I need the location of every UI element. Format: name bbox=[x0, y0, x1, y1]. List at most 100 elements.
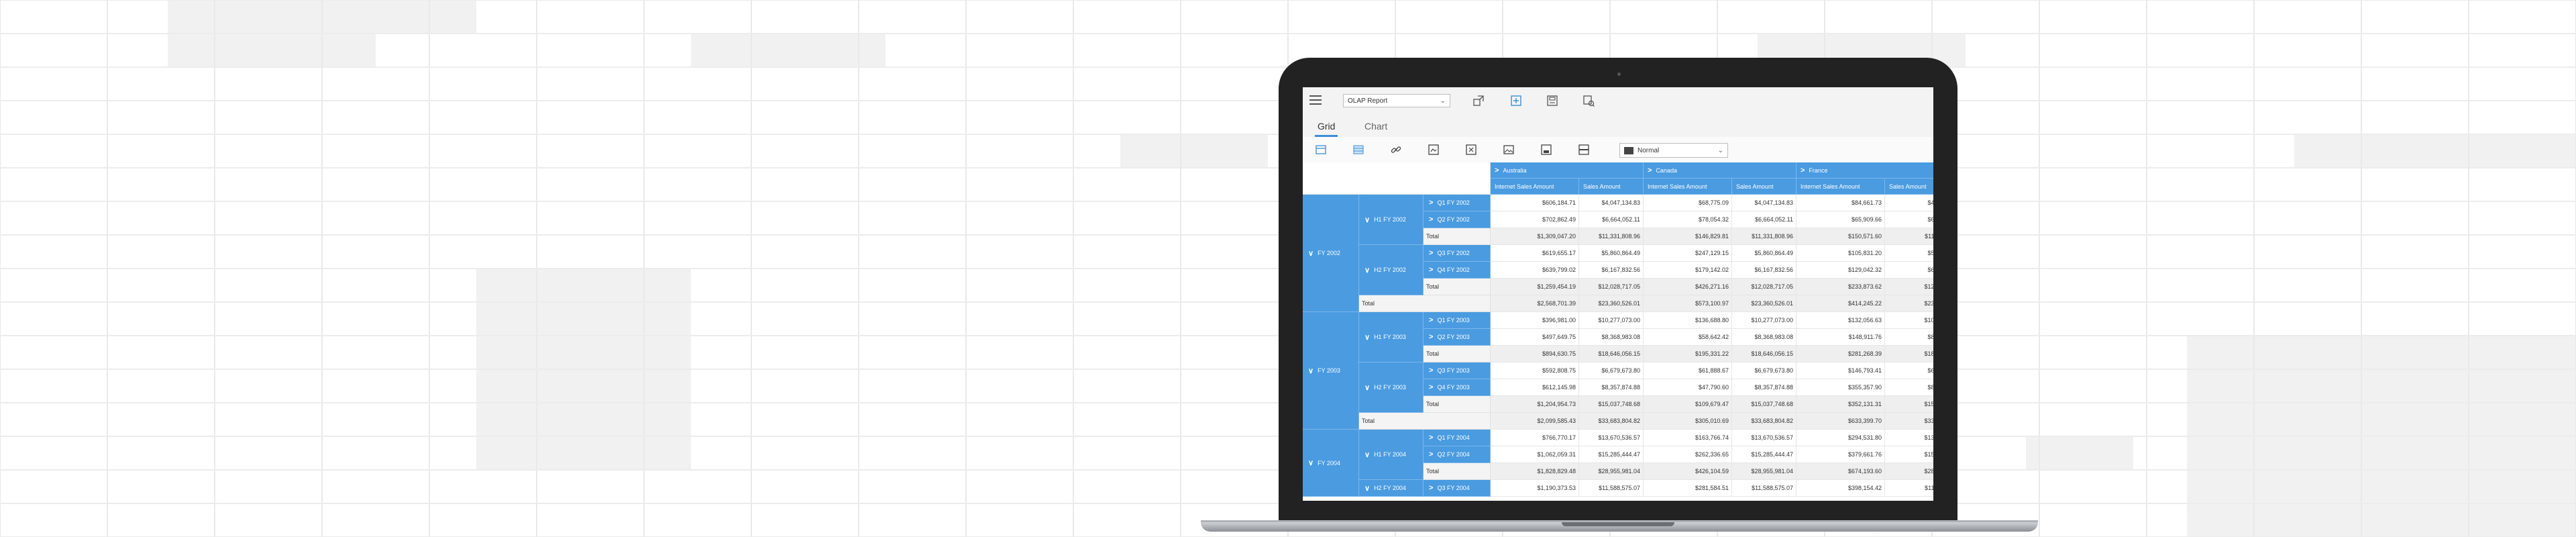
chevron-down-icon: ∨ bbox=[1308, 367, 1314, 375]
column-header-measure[interactable]: Sales Amount bbox=[1732, 179, 1796, 195]
row-header-quarter-text: Q1 FY 2003 bbox=[1437, 317, 1470, 324]
rename-report-icon[interactable] bbox=[1582, 94, 1595, 107]
column-header-measure[interactable]: Internet Sales Amount bbox=[1796, 179, 1885, 195]
row-total-label: Total bbox=[1359, 295, 1491, 312]
link-icon[interactable] bbox=[1390, 144, 1402, 156]
row-total-label-text: Total bbox=[1426, 468, 1440, 475]
add-report-icon[interactable] bbox=[1509, 94, 1523, 107]
chevron-right-icon: > bbox=[1429, 484, 1434, 492]
row-header-half-year[interactable]: ∨ H1 FY 2002 bbox=[1359, 195, 1424, 245]
app-toolbar: OLAP Report ⌄ bbox=[1303, 87, 1933, 116]
value-cell: $2,568,701.39 bbox=[1491, 295, 1579, 312]
value-cell: $132,056.63 bbox=[1796, 312, 1885, 329]
value-cell: $8,368,983.08 bbox=[1579, 329, 1644, 346]
row-header-quarter[interactable]: > Q3 FY 2004 bbox=[1424, 480, 1491, 497]
value-cell-text: $379,661.76 bbox=[1847, 451, 1882, 458]
row-header-quarter[interactable]: > Q2 FY 2003 bbox=[1424, 329, 1491, 346]
value-cell: $1,204,954.73 bbox=[1491, 396, 1579, 413]
chevron-right-icon: > bbox=[1648, 166, 1652, 175]
row-header-quarter-text: Q3 FY 2003 bbox=[1437, 367, 1470, 374]
chevron-down-icon: ∨ bbox=[1364, 215, 1371, 224]
row-header-quarter[interactable]: > Q1 FY 2002 bbox=[1424, 195, 1491, 211]
column-header-measure-text: Internet Sales Amount bbox=[1801, 183, 1860, 190]
value-cell-text: $12,028 bbox=[1924, 283, 1933, 290]
row-header-quarter[interactable]: > Q4 FY 2003 bbox=[1424, 379, 1491, 396]
save-report-icon[interactable] bbox=[1546, 94, 1559, 107]
value-cell: $8,357,874.88 bbox=[1579, 379, 1644, 396]
row-header-fiscal-year[interactable]: ∨ FY 2004 bbox=[1303, 430, 1359, 497]
background-cell bbox=[369, 0, 476, 34]
value-cell: $15,285,444.47 bbox=[1732, 446, 1796, 463]
compact-layout-icon[interactable] bbox=[1352, 144, 1364, 156]
field-list-icon[interactable] bbox=[1472, 94, 1485, 107]
row-header-quarter[interactable]: > Q2 FY 2002 bbox=[1424, 211, 1491, 228]
row-total-label-text: Total bbox=[1426, 283, 1440, 290]
row-header-half-year[interactable]: ∨ H1 FY 2004 bbox=[1359, 430, 1424, 480]
value-cell-text: $13,670 bbox=[1924, 434, 1933, 441]
row-header-quarter-text: Q2 FY 2002 bbox=[1437, 216, 1470, 223]
subtotal-icon[interactable] bbox=[1540, 144, 1552, 156]
row-header-fiscal-year-text: FY 2002 bbox=[1318, 250, 1340, 256]
tab-grid[interactable]: Grid bbox=[1315, 115, 1338, 137]
chevron-right-icon: > bbox=[1429, 199, 1434, 207]
row-header-fiscal-year[interactable]: ∨ FY 2002 bbox=[1303, 195, 1359, 312]
report-selector[interactable]: OLAP Report ⌄ bbox=[1343, 94, 1450, 107]
background-cell bbox=[2026, 436, 2133, 470]
value-cell-text: $281,268.39 bbox=[1847, 350, 1882, 357]
export-excel-icon[interactable] bbox=[1465, 144, 1477, 156]
value-cell: $6,167,832.56 bbox=[1732, 262, 1796, 279]
value-cell: $28,955,981.04 bbox=[1732, 463, 1796, 480]
column-header-measure[interactable]: Internet Sales Amount bbox=[1644, 179, 1732, 195]
value-cell-text: $247,129.15 bbox=[1695, 250, 1729, 256]
row-header-fiscal-year[interactable]: ∨ FY 2003 bbox=[1303, 312, 1359, 430]
value-cell: $18,646 bbox=[1885, 346, 1933, 362]
column-header-country[interactable]: > Canada bbox=[1644, 162, 1796, 179]
row-header-quarter[interactable]: > Q1 FY 2003 bbox=[1424, 312, 1491, 329]
row-header-quarter-text: Q1 FY 2002 bbox=[1437, 199, 1470, 206]
row-header-quarter[interactable]: > Q2 FY 2004 bbox=[1424, 446, 1491, 463]
row-header-quarter[interactable]: > Q3 FY 2003 bbox=[1424, 362, 1491, 379]
column-header-measure[interactable]: Internet Sales Amount bbox=[1491, 179, 1579, 195]
grand-total-icon[interactable] bbox=[1578, 144, 1590, 156]
value-cell: $148,911.76 bbox=[1796, 329, 1885, 346]
row-total-label-text: Total bbox=[1362, 300, 1375, 307]
row-header-half-year[interactable]: ∨ H2 FY 2004 bbox=[1359, 480, 1424, 497]
column-header-country[interactable]: > Australia bbox=[1491, 162, 1644, 179]
value-cell: $294,531.80 bbox=[1796, 430, 1885, 446]
column-header-measure[interactable]: Sales Amount bbox=[1579, 179, 1644, 195]
grid-layout-icon[interactable] bbox=[1315, 144, 1327, 156]
value-cell: $573,100.97 bbox=[1644, 295, 1732, 312]
column-header-measure-text: Internet Sales Amount bbox=[1495, 183, 1554, 190]
column-header-country[interactable]: > France bbox=[1796, 162, 1933, 179]
value-cell-text: $8,368,983.08 bbox=[1601, 334, 1640, 340]
laptop-screen: OLAP Report ⌄ Grid Chart Normal ⌄ > Aust… bbox=[1303, 87, 1933, 501]
row-header-quarter[interactable]: > Q3 FY 2002 bbox=[1424, 245, 1491, 262]
pivot-grid: > Australia > Canada > France Internet Sales A… bbox=[1303, 162, 1933, 501]
row-header-half-year[interactable]: ∨ H2 FY 2002 bbox=[1359, 245, 1424, 295]
row-header-quarter-text: Q2 FY 2003 bbox=[1437, 334, 1470, 340]
tab-chart[interactable]: Chart bbox=[1362, 115, 1390, 137]
value-cell: $592,808.75 bbox=[1491, 362, 1579, 379]
hamburger-menu-icon[interactable] bbox=[1309, 95, 1322, 105]
export-icon[interactable] bbox=[1428, 144, 1440, 156]
value-cell-text: $78,054.32 bbox=[1698, 216, 1729, 223]
value-cell: $195,331.22 bbox=[1644, 346, 1732, 362]
value-cell: $2,099,585.43 bbox=[1491, 413, 1579, 430]
value-cell-text: $33,683,804.82 bbox=[1598, 418, 1640, 424]
value-cell-text: $84,661.73 bbox=[1851, 199, 1882, 206]
value-cell: $84,661.73 bbox=[1796, 195, 1885, 211]
value-cell-text: $6,664,052.11 bbox=[1602, 216, 1640, 223]
column-header-measure[interactable]: Sales Amount bbox=[1885, 179, 1933, 195]
row-header-quarter[interactable]: > Q1 FY 2004 bbox=[1424, 430, 1491, 446]
row-header-half-year[interactable]: ∨ H1 FY 2003 bbox=[1359, 312, 1424, 362]
laptop-camera bbox=[1617, 72, 1621, 76]
image-icon[interactable] bbox=[1503, 144, 1515, 156]
row-header-quarter[interactable]: > Q4 FY 2002 bbox=[1424, 262, 1491, 279]
value-cell-text: $1,309,047.20 bbox=[1537, 233, 1576, 240]
value-cell: $426,104.59 bbox=[1644, 463, 1732, 480]
value-cell: $262,336.65 bbox=[1644, 446, 1732, 463]
row-header-fiscal-year-text: FY 2003 bbox=[1318, 367, 1340, 374]
value-cell: $1,309,047.20 bbox=[1491, 228, 1579, 245]
mode-selector[interactable]: Normal ⌄ bbox=[1619, 143, 1728, 158]
row-header-half-year[interactable]: ∨ H2 FY 2003 bbox=[1359, 362, 1424, 413]
